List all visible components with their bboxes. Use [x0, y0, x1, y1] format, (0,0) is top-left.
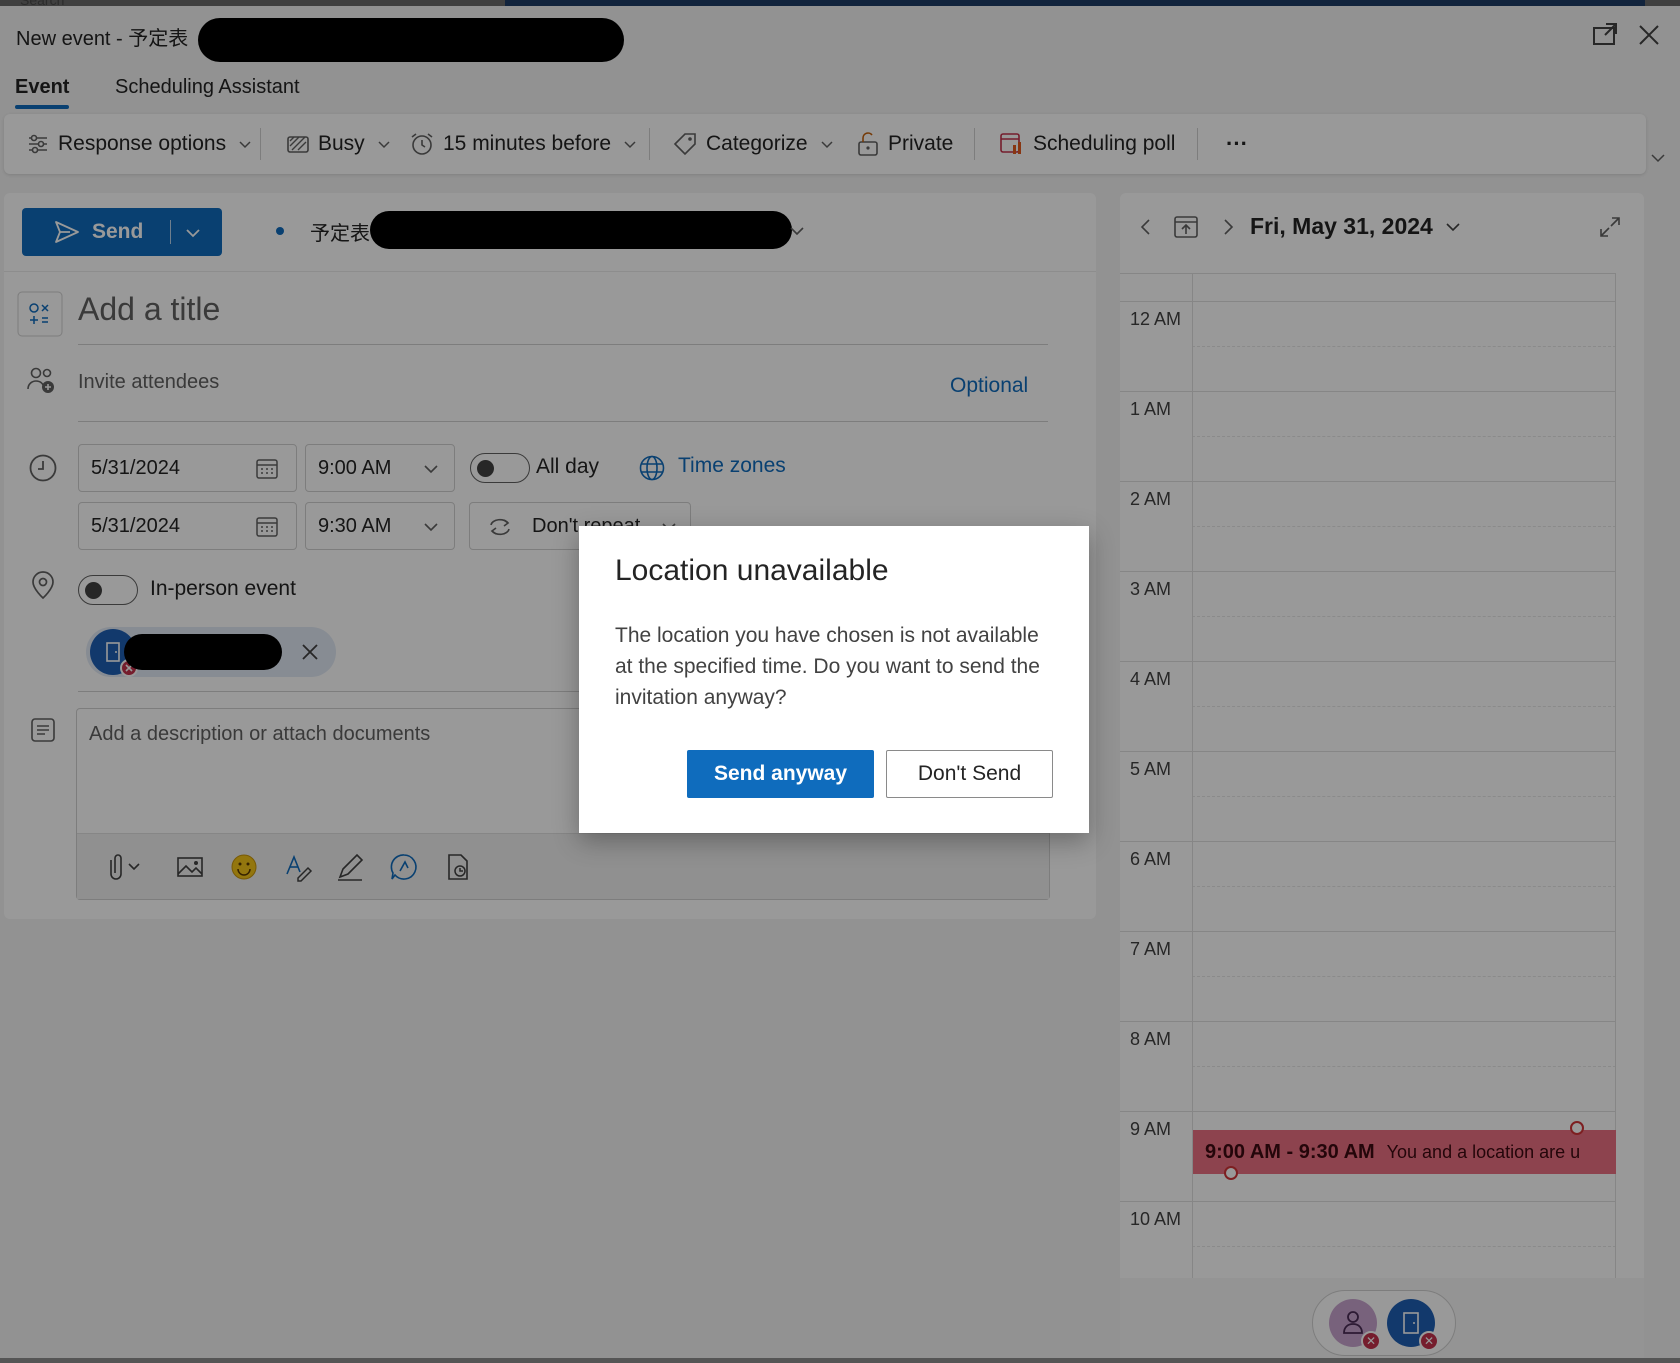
- dialog-title: Location unavailable: [615, 554, 889, 587]
- dialog-message: The location you have chosen is not avai…: [615, 624, 1040, 709]
- dont-send-button[interactable]: Don't Send: [886, 750, 1053, 798]
- location-unavailable-dialog: Location unavailable The location you ha…: [579, 526, 1089, 833]
- send-anyway-button[interactable]: Send anyway: [687, 750, 874, 798]
